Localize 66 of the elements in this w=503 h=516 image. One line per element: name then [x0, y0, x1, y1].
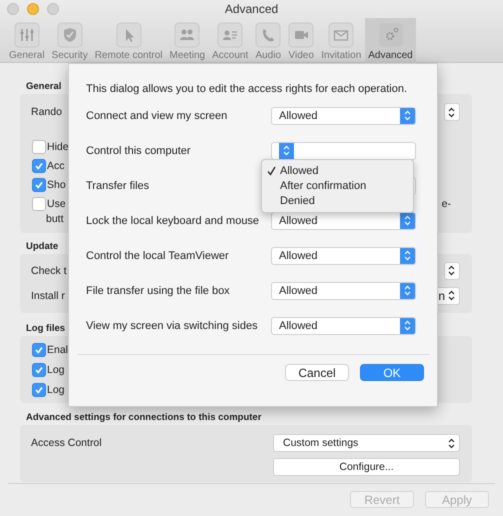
section-header: Update	[26, 241, 58, 252]
shield-icon	[56, 22, 83, 48]
chevron-updown-icon	[404, 250, 411, 261]
checkbox-label: Log	[47, 364, 65, 376]
section-header: Advanced settings for connections to this computer	[26, 412, 262, 423]
operation-label: Connect and view my screen	[86, 110, 228, 122]
setting-label: Check t	[31, 264, 67, 276]
checkbox[interactable]	[32, 178, 46, 192]
dropdown[interactable]: Allowed	[271, 316, 416, 334]
checkmark-icon	[267, 166, 276, 176]
menu-item[interactable]: After confirmation	[262, 178, 413, 193]
cursor-icon	[116, 22, 142, 48]
dialog-intro: This dialog allows you to edit the access rights for each operation.	[86, 83, 408, 95]
window-title: Advanced	[224, 2, 278, 16]
video-camera-icon	[288, 22, 314, 48]
checkbox-label: Use	[47, 198, 66, 210]
chevron-updown-icon	[448, 438, 455, 448]
section-header: Log files	[26, 323, 66, 334]
section-header: General	[26, 81, 62, 92]
people-icon	[174, 22, 200, 48]
chevron-updown-icon	[448, 265, 455, 276]
checkbox[interactable]	[32, 158, 46, 172]
checkbox[interactable]	[32, 383, 46, 397]
dialog-button[interactable]: Cancel	[285, 364, 349, 381]
dropdown[interactable]: Allowed	[271, 106, 416, 124]
menu-item[interactable]: Allowed	[262, 163, 413, 178]
gear-icon	[378, 22, 404, 48]
chevron-updown-icon	[283, 145, 290, 156]
operation-label: File transfer using the file box	[86, 284, 231, 296]
option-label: e-	[442, 198, 451, 210]
configure-button[interactable]: Configure...	[273, 458, 460, 476]
chevron-updown-icon	[404, 215, 411, 226]
checkbox-label: Enal	[47, 344, 68, 356]
checkbox[interactable]	[32, 343, 46, 357]
checkbox-label: Acc	[47, 160, 65, 172]
option-label: butt	[46, 213, 64, 225]
menu-item[interactable]: Denied	[262, 193, 413, 208]
phone-icon	[255, 22, 282, 48]
chevron-updown-icon	[404, 285, 411, 296]
toolbar-tab[interactable]: Advanced	[365, 18, 416, 63]
chevron-updown-icon	[404, 320, 411, 331]
operation-label: Transfer files	[86, 180, 150, 192]
chevron-updown-icon	[448, 106, 455, 118]
setting-label: Access Control	[31, 437, 102, 449]
dropdown[interactable]	[444, 103, 460, 121]
checkbox[interactable]	[32, 196, 46, 210]
operation-label: Control the local TeamViewer	[86, 250, 230, 262]
operation-label: Control this computer	[86, 144, 192, 156]
operation-label: Lock the local keyboard and mouse	[86, 214, 260, 226]
dropdown[interactable]: Allowed	[271, 246, 416, 264]
checkbox[interactable]	[32, 363, 46, 377]
checkbox-label: Sho	[47, 178, 66, 190]
dropdown[interactable]	[444, 262, 460, 280]
envelope-icon	[328, 22, 354, 48]
operation-label: View my screen via switching sides	[86, 320, 259, 332]
checkbox-label: Hide	[47, 140, 69, 152]
checkbox-label: Log	[47, 384, 65, 396]
chevron-updown-icon	[404, 110, 411, 121]
setting-label: Install r	[31, 290, 65, 302]
sliders-icon	[14, 22, 40, 48]
dropdown[interactable]: Allowed	[271, 282, 416, 300]
setting-label: Rando	[31, 106, 62, 118]
chevron-updown-icon	[448, 290, 455, 301]
contact-card-icon	[217, 22, 244, 48]
checkbox[interactable]	[32, 140, 46, 154]
dropdown[interactable]: Custom settings	[273, 434, 460, 452]
